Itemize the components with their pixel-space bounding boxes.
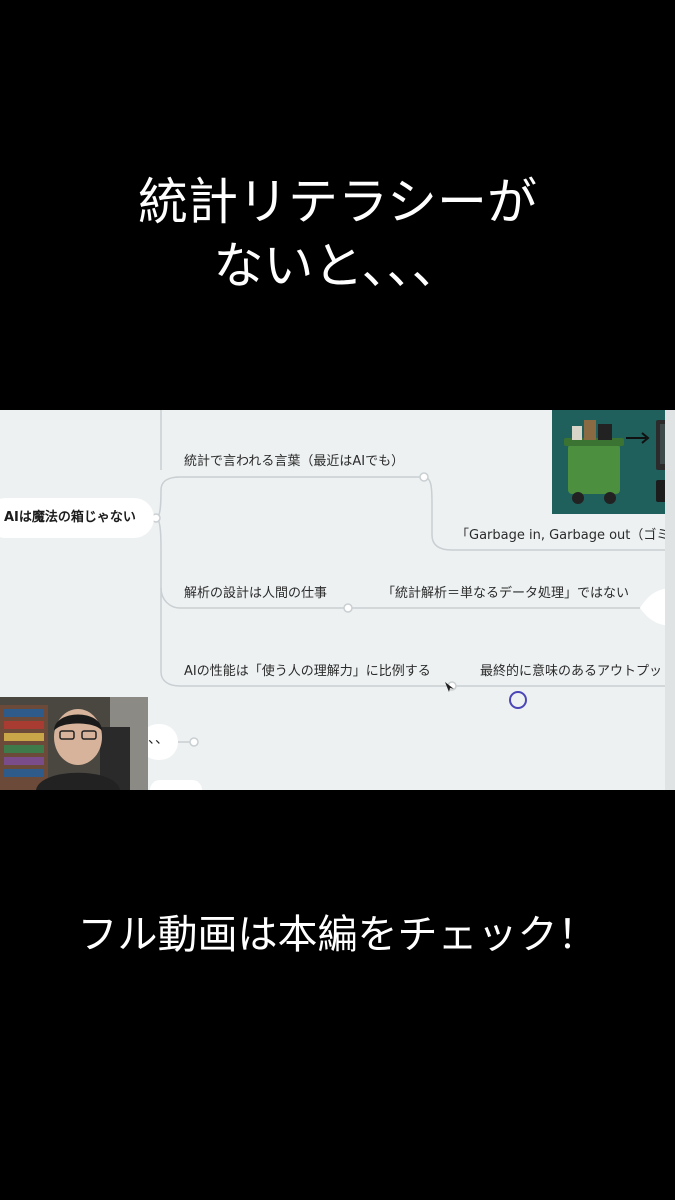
caption-top: 統計リテラシーが ないと、、、 — [0, 170, 675, 298]
caption-top-line2: ないと、、、 — [213, 237, 462, 295]
branch-child-garbage-in-out[interactable]: 「Garbage in, Garbage out（ゴミを入れ — [456, 524, 675, 543]
branch-label-design[interactable]: 解析の設計は人間の仕事 — [184, 582, 327, 601]
scrollbar[interactable] — [665, 410, 675, 790]
caption-top-line1: 統計リテラシーが — [138, 173, 537, 231]
webcam-overlay — [0, 697, 148, 790]
branch-child-meaningful-output[interactable]: 最終的に意味のあるアウトプット — [480, 660, 675, 679]
partial-node-text: 、、 — [148, 731, 169, 747]
branch-label-ai-words[interactable]: 統計で言われる言葉（最近はAIでも） — [184, 450, 404, 469]
branch-child-not-data-processing[interactable]: 「統計解析＝単なるデータ処理」ではない — [382, 582, 629, 601]
mindmap-root-node[interactable]: AIは魔法の箱じゃない — [0, 498, 154, 538]
trash-bin-icon — [564, 420, 675, 504]
presenter-avatar — [0, 697, 148, 790]
caption-bottom: フル動画は本編をチェック！ — [77, 912, 598, 958]
cursor-highlight-icon — [509, 691, 527, 709]
garbage-thumbnail: 4 0 — [552, 410, 675, 514]
partial-node-lower[interactable] — [150, 780, 202, 790]
branch-label-performance[interactable]: AIの性能は「使う人の理解力」に比例する — [184, 660, 431, 679]
